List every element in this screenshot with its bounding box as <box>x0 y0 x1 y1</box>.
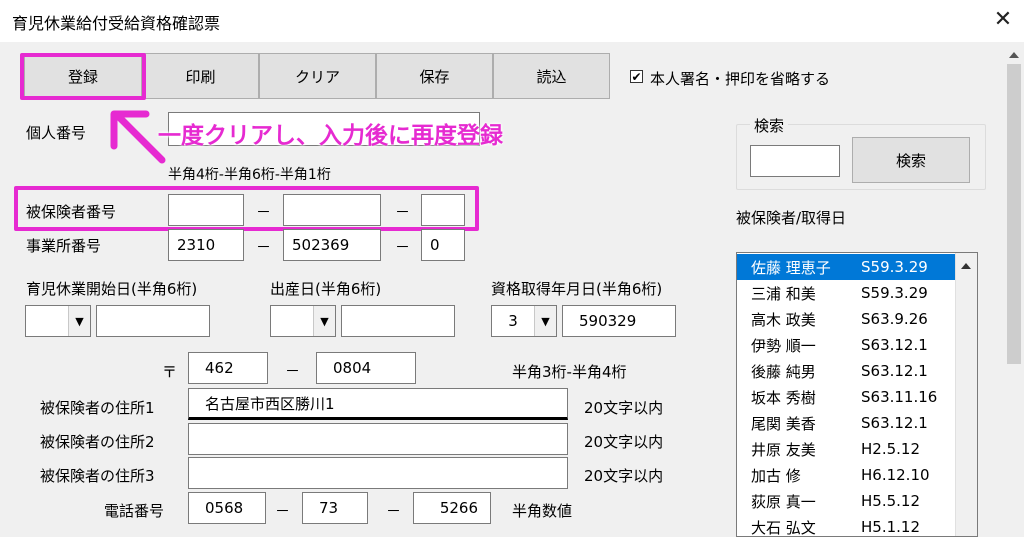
list-item-name: 荻原 真一 <box>751 492 816 511</box>
list-item-date: S63.11.16 <box>861 388 938 406</box>
phone-label: 電話番号 <box>104 502 165 520</box>
list-item-name: 後藤 純男 <box>751 362 816 381</box>
birth-date-label: 出産日(半角6桁) <box>270 280 382 298</box>
close-icon[interactable]: ✕ <box>984 2 1022 38</box>
list-item[interactable]: 尾関 美香 S63.12.1 <box>737 410 957 436</box>
list-item-name: 尾関 美香 <box>751 414 816 433</box>
address2-field[interactable] <box>188 423 568 455</box>
list-item[interactable]: 佐藤 理恵子 S59.3.29 <box>737 254 957 280</box>
qualification-era-value: 3 <box>508 312 518 330</box>
window-title: 育児休業給付受給資格確認票 <box>12 14 221 33</box>
address2-hint: 20文字以内 <box>584 433 664 451</box>
list-item-name: 高木 政美 <box>751 310 816 329</box>
phone-field-3[interactable]: 5266 <box>413 492 491 524</box>
dash: － <box>395 238 411 256</box>
postal-mark: 〒 <box>162 363 178 381</box>
childcare-era-select[interactable]: ▼ <box>25 305 91 337</box>
load-button[interactable]: 読込 <box>493 53 610 99</box>
qualification-date-field[interactable]: 590329 <box>562 305 676 337</box>
save-button[interactable]: 保存 <box>376 53 493 99</box>
qualification-era-select[interactable]: 3 ▼ <box>491 305 557 337</box>
dash: － <box>275 502 291 520</box>
list-item-name: 井原 友美 <box>751 440 816 459</box>
personal-number-label: 個人番号 <box>26 124 87 142</box>
address3-hint: 20文字以内 <box>584 467 664 485</box>
birth-date-field[interactable] <box>341 305 455 337</box>
insured-list-label: 被保険者/取得日 <box>736 209 847 227</box>
list-item-date: S59.3.29 <box>861 284 928 302</box>
qualification-date-label: 資格取得年月日(半角6桁) <box>491 280 663 298</box>
list-item-date: H5.5.12 <box>861 492 920 510</box>
list-item-date: S63.12.1 <box>861 336 928 354</box>
phone-field-2[interactable]: 73 <box>302 492 368 524</box>
list-item-date: S63.12.1 <box>861 362 928 380</box>
postal-field-1[interactable]: 462 <box>188 352 268 384</box>
postal-hint: 半角3桁-半角4桁 <box>512 363 627 381</box>
chevron-down-icon[interactable]: ▼ <box>68 306 90 336</box>
postal-field-2[interactable]: 0804 <box>316 352 416 384</box>
insured-list[interactable]: 佐藤 理恵子 S59.3.29 三浦 和美 S59.3.29 高木 政美 S63.9.26… <box>736 252 978 537</box>
address3-field[interactable] <box>188 457 568 489</box>
dash: － <box>386 502 402 520</box>
print-button[interactable]: 印刷 <box>142 53 259 99</box>
list-item-name: 伊勢 順一 <box>751 336 816 355</box>
clear-button[interactable]: クリア <box>259 53 376 99</box>
search-button[interactable]: 検索 <box>852 137 970 183</box>
omit-signature-checkbox[interactable]: ✔ <box>630 70 643 83</box>
insured-number-highlight <box>14 186 479 231</box>
list-item[interactable]: 三浦 和美 S59.3.29 <box>737 280 957 306</box>
scroll-up-icon[interactable] <box>961 263 971 269</box>
list-item-name: 坂本 秀樹 <box>751 388 816 407</box>
dash: － <box>256 238 272 256</box>
list-item[interactable]: 後藤 純男 S63.12.1 <box>737 358 957 384</box>
office-number-field-2[interactable]: 502369 <box>283 229 381 261</box>
list-item-date: H5.1.12 <box>861 518 920 536</box>
address3-label: 被保険者の住所3 <box>40 467 155 485</box>
search-input[interactable] <box>750 145 840 177</box>
list-item-name: 佐藤 理恵子 <box>751 258 831 277</box>
childcare-start-label: 育児休業開始日(半角6桁) <box>26 280 198 298</box>
list-item[interactable]: 伊勢 順一 S63.12.1 <box>737 332 957 358</box>
list-item-date: S59.3.29 <box>861 258 928 276</box>
search-group-label: 検索 <box>750 115 789 136</box>
address1-label: 被保険者の住所1 <box>40 399 155 417</box>
address1-field[interactable]: 名古屋市西区勝川1 <box>188 388 568 420</box>
omit-signature-label: 本人署名・押印を省略する <box>650 70 831 88</box>
list-item-date: S63.9.26 <box>861 310 928 328</box>
list-item[interactable]: 高木 政美 S63.9.26 <box>737 306 957 332</box>
list-item-name: 三浦 和美 <box>751 284 816 303</box>
number-format-hint: 半角4桁-半角6桁-半角1桁 <box>168 167 331 183</box>
chevron-down-icon[interactable]: ▼ <box>313 306 335 336</box>
list-item-date: H6.12.10 <box>861 466 930 484</box>
window-scrollbar[interactable] <box>1004 42 1024 537</box>
list-item-date: S63.12.1 <box>861 414 928 432</box>
list-item-date: H2.5.12 <box>861 440 920 458</box>
phone-field-1[interactable]: 0568 <box>188 492 266 524</box>
chevron-down-icon[interactable]: ▼ <box>534 306 556 336</box>
address1-hint: 20文字以内 <box>584 399 664 417</box>
list-item[interactable]: 荻原 真一 H5.5.12 <box>737 488 957 514</box>
birth-era-select[interactable]: ▼ <box>270 305 336 337</box>
childcare-start-field[interactable] <box>96 305 210 337</box>
phone-hint: 半角数値 <box>512 502 573 520</box>
list-item[interactable]: 大石 弘文 H5.1.12 <box>737 514 957 537</box>
register-highlight <box>20 53 146 100</box>
list-item[interactable]: 加古 修 H6.12.10 <box>737 462 957 488</box>
office-number-field-1[interactable]: 2310 <box>168 229 244 261</box>
list-item[interactable]: 井原 友美 H2.5.12 <box>737 436 957 462</box>
address2-label: 被保険者の住所2 <box>40 433 155 451</box>
list-scrollbar[interactable] <box>955 253 977 536</box>
annotation-text: 一度クリアし、入力後に再度登録 <box>158 123 503 149</box>
list-item-name: 加古 修 <box>751 466 801 485</box>
list-item-name: 大石 弘文 <box>751 518 816 537</box>
dash: － <box>285 362 301 380</box>
list-item[interactable]: 坂本 秀樹 S63.11.16 <box>737 384 957 410</box>
scroll-thumb[interactable] <box>1007 64 1021 364</box>
office-number-label: 事業所番号 <box>26 237 102 255</box>
office-number-field-3[interactable]: 0 <box>421 229 465 261</box>
scroll-up-icon[interactable] <box>1009 52 1019 58</box>
